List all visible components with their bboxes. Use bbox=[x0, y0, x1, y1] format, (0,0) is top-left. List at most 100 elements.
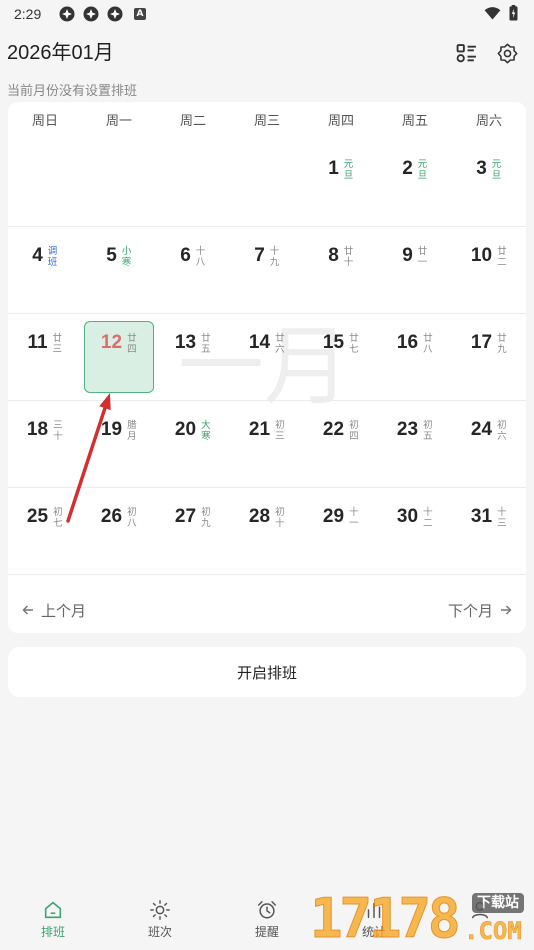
calendar-day[interactable]: 25 初七 bbox=[8, 488, 82, 574]
status-bar: 2:29 A bbox=[0, 0, 534, 28]
list-view-icon[interactable] bbox=[456, 43, 477, 64]
calendar-day[interactable]: 16 廿八 bbox=[378, 314, 452, 400]
nav-item-shifts[interactable]: 班次 bbox=[120, 893, 200, 940]
lunar-date-label: 元旦 bbox=[417, 159, 428, 181]
lunar-date-label: 十二 bbox=[423, 507, 433, 529]
letter-a-notification-icon: A bbox=[134, 8, 146, 20]
nav-label: 提醒 bbox=[254, 925, 279, 939]
lunar-date-label: 三十 bbox=[53, 420, 63, 442]
day-number: 25 bbox=[26, 506, 49, 527]
calendar-day[interactable]: 6 十八 bbox=[156, 227, 230, 313]
calendar-day[interactable]: 13 廿五 bbox=[156, 314, 230, 400]
prev-month-button[interactable]: 上个月 bbox=[22, 600, 86, 621]
settings-gear-icon[interactable] bbox=[497, 43, 518, 64]
sun-icon bbox=[150, 900, 170, 920]
lunar-date-label: 初五 bbox=[423, 420, 433, 442]
lunar-date-label: 廿九 bbox=[497, 333, 507, 355]
lunar-date-label: 十八 bbox=[195, 246, 206, 268]
calendar-empty-cell bbox=[156, 140, 230, 226]
calendar-day[interactable]: 11 廿三 bbox=[8, 314, 82, 400]
day-number: 11 bbox=[27, 332, 48, 353]
prev-month-label: 上个月 bbox=[41, 602, 87, 620]
nav-label: 班次 bbox=[147, 925, 172, 939]
calendar-day[interactable]: 26 初八 bbox=[82, 488, 156, 574]
person-icon bbox=[471, 901, 489, 919]
day-number: 15 bbox=[322, 332, 345, 353]
lunar-date-label: 廿五 bbox=[201, 333, 211, 355]
day-number: 23 bbox=[396, 419, 419, 440]
calendar-day[interactable]: 17 廿九 bbox=[452, 314, 526, 400]
calendar-day[interactable]: 21 初三 bbox=[230, 401, 304, 487]
calendar-day[interactable]: 15 廿七 bbox=[304, 314, 378, 400]
calendar-day[interactable]: 31 十三 bbox=[452, 488, 526, 574]
lunar-date-label: 廿六 bbox=[275, 333, 285, 355]
home-icon bbox=[44, 901, 62, 919]
day-number: 2 bbox=[402, 158, 413, 179]
calendar-day[interactable]: 4 调班 bbox=[8, 227, 82, 313]
calendar-day-today[interactable]: 12 廿四 bbox=[82, 314, 156, 400]
calendar-day[interactable]: 1 元旦 bbox=[304, 140, 378, 226]
nav-item-reminders[interactable]: 提醒 bbox=[227, 893, 307, 940]
start-schedule-button[interactable]: 开启排班 bbox=[8, 647, 526, 697]
calendar-day[interactable]: 10 廿二 bbox=[452, 227, 526, 313]
calendar-day[interactable]: 19 腊月 bbox=[82, 401, 156, 487]
day-number: 29 bbox=[322, 506, 345, 527]
weekday-header: 周日 周一 周二 周三 周四 周五 周六 bbox=[8, 102, 526, 140]
day-number: 18 bbox=[26, 419, 49, 440]
calendar-day[interactable]: 22 初四 bbox=[304, 401, 378, 487]
day-number: 26 bbox=[100, 506, 123, 527]
calendar-day[interactable]: 2 元旦 bbox=[378, 140, 452, 226]
calendar-empty-cell bbox=[8, 140, 82, 226]
nav-item-statistics[interactable]: 统计 bbox=[334, 893, 414, 940]
arrow-right-icon bbox=[501, 605, 512, 615]
calendar-day[interactable]: 3 元旦 bbox=[452, 140, 526, 226]
lunar-date-label: 十三 bbox=[497, 507, 507, 529]
nav-label: 排班 bbox=[40, 925, 65, 939]
app-notification-icon bbox=[59, 6, 75, 22]
day-number: 16 bbox=[396, 332, 419, 353]
calendar-day[interactable]: 20 大寒 bbox=[156, 401, 230, 487]
arrow-left-icon bbox=[22, 605, 33, 615]
calendar-day[interactable]: 30 十二 bbox=[378, 488, 452, 574]
weekday-label: 周四 bbox=[327, 113, 354, 128]
weekday-label: 周日 bbox=[31, 113, 58, 128]
next-month-button[interactable]: 下个月 bbox=[448, 600, 512, 621]
nav-item-profile[interactable] bbox=[440, 893, 520, 940]
calendar-week-row: 25 初七 26 初八 27 初九 28 初十 29 十一 30 十二 31 十三 bbox=[8, 488, 526, 575]
calendar-day[interactable]: 9 廿一 bbox=[378, 227, 452, 313]
calendar-day[interactable]: 27 初九 bbox=[156, 488, 230, 574]
calendar-day[interactable]: 24 初六 bbox=[452, 401, 526, 487]
weekday-label: 周一 bbox=[105, 113, 132, 128]
calendar-day[interactable]: 23 初五 bbox=[378, 401, 452, 487]
lunar-date-label: 大寒 bbox=[201, 420, 211, 442]
lunar-date-label: 腊月 bbox=[127, 420, 137, 442]
calendar-day[interactable]: 14 廿六 bbox=[230, 314, 304, 400]
weekday-label: 周二 bbox=[179, 113, 206, 128]
calendar-day[interactable]: 7 十九 bbox=[230, 227, 304, 313]
calendar-week-row: 4 调班 5 小寒 6 十八 7 十九 8 廿十 9 廿一 10 廿二 bbox=[8, 227, 526, 314]
calendar-day[interactable]: 29 十一 bbox=[304, 488, 378, 574]
calendar-week-row: 11 廿三 12 廿四 13 廿五 14 廿六 15 廿七 16 廿八 17 廿九 bbox=[8, 314, 526, 401]
nav-item-schedule[interactable]: 排班 bbox=[13, 893, 93, 940]
page-title[interactable]: 2026年01月 bbox=[7, 40, 114, 66]
calendar-day[interactable]: 18 三十 bbox=[8, 401, 82, 487]
calendar-empty-cell bbox=[230, 140, 304, 226]
day-number: 24 bbox=[470, 419, 493, 440]
lunar-date-label: 十九 bbox=[269, 246, 280, 268]
lunar-date-label: 廿十 bbox=[343, 246, 354, 268]
start-schedule-label: 开启排班 bbox=[236, 664, 297, 682]
day-number: 12 bbox=[100, 332, 123, 353]
day-number: 30 bbox=[396, 506, 419, 527]
calendar-day[interactable]: 8 廿十 bbox=[304, 227, 378, 313]
app-notification-icon bbox=[83, 6, 99, 22]
day-number: 17 bbox=[470, 332, 493, 353]
calendar-day[interactable]: 28 初十 bbox=[230, 488, 304, 574]
nav-label: 统计 bbox=[361, 925, 386, 939]
day-number: 8 bbox=[328, 245, 339, 266]
lunar-date-label: 廿二 bbox=[497, 246, 507, 268]
calendar-card: 一月 周日 周一 周二 周三 周四 周五 周六 1 元旦 2 元旦 3 元旦 4 调班 5 小寒 6 十八 7 十九 8… bbox=[8, 102, 526, 633]
lunar-date-label: 初四 bbox=[349, 420, 359, 442]
month-navigation: 上个月 下个月 bbox=[8, 575, 526, 633]
day-number: 28 bbox=[248, 506, 271, 527]
calendar-day[interactable]: 5 小寒 bbox=[82, 227, 156, 313]
